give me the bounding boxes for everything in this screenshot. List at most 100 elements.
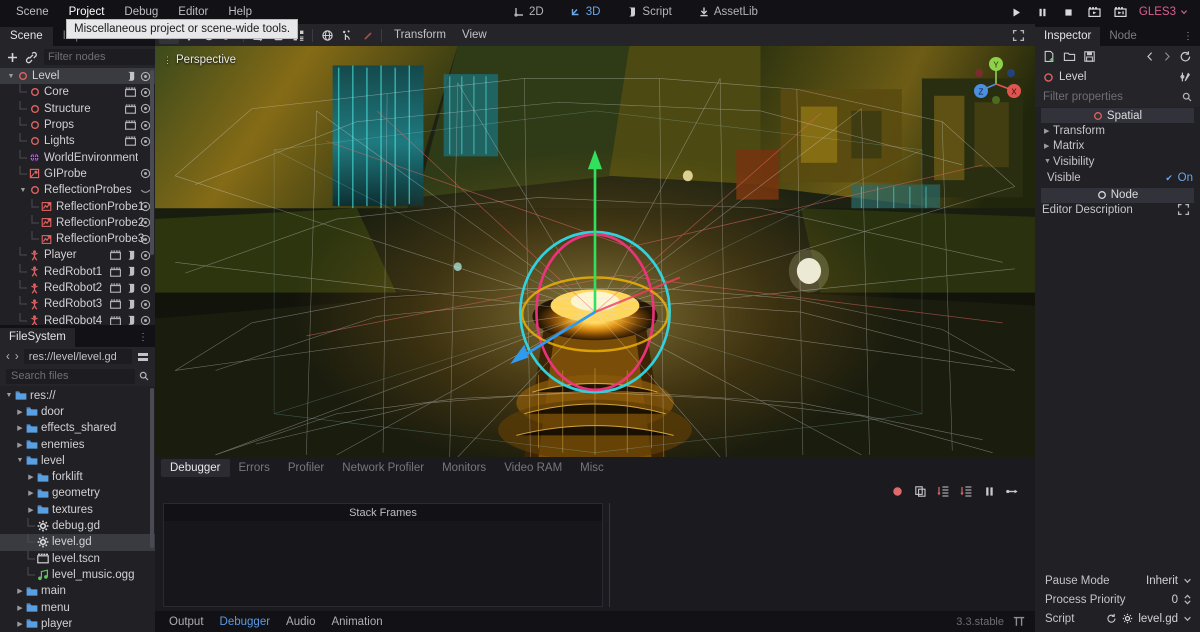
tab-inspector[interactable]: Inspector bbox=[1035, 27, 1100, 46]
tab-assetlib[interactable]: AssetLib bbox=[693, 4, 763, 20]
nav-back-button[interactable]: ‹ bbox=[6, 351, 10, 363]
script[interactable] bbox=[125, 71, 136, 82]
add-node-button[interactable] bbox=[6, 51, 19, 64]
chevron-right-icon[interactable]: ▶ bbox=[26, 473, 36, 481]
ruler-button[interactable] bbox=[357, 26, 377, 44]
axis-gizmo[interactable]: Y X Z bbox=[967, 54, 1025, 108]
filesystem-item-level[interactable]: ▼level bbox=[0, 453, 155, 469]
scene[interactable] bbox=[125, 136, 136, 147]
filesystem-item-level-tscn[interactable]: level.tscn bbox=[0, 551, 155, 567]
debugger-tab-network-profiler[interactable]: Network Profiler bbox=[333, 459, 433, 477]
spinner-icon[interactable] bbox=[1183, 594, 1192, 605]
scene[interactable] bbox=[110, 299, 121, 310]
visibility[interactable] bbox=[140, 315, 151, 324]
tab-scene[interactable]: Scene bbox=[0, 27, 53, 46]
filesystem-item-enemies[interactable]: ▶enemies bbox=[0, 436, 155, 452]
property-visible-value[interactable]: ✔ On bbox=[1165, 172, 1193, 184]
tab-filesystem[interactable]: FileSystem bbox=[0, 328, 75, 347]
stack-frames-list[interactable] bbox=[164, 521, 602, 606]
chevron-right-icon[interactable]: ▶ bbox=[15, 604, 25, 612]
inspector-filter-row[interactable]: Filter properties bbox=[1035, 87, 1200, 107]
scene-tree-scrollbar[interactable] bbox=[150, 70, 154, 255]
transform-menu[interactable]: Transform bbox=[386, 26, 454, 44]
history-icon[interactable] bbox=[1179, 50, 1192, 63]
property-group-transform[interactable]: ▶ Transform bbox=[1035, 123, 1200, 139]
scene[interactable] bbox=[110, 250, 121, 261]
continue-button[interactable] bbox=[1003, 482, 1021, 500]
stop-button[interactable] bbox=[1061, 5, 1076, 20]
property-script-value[interactable]: level.gd bbox=[1106, 613, 1192, 625]
scene[interactable] bbox=[125, 120, 136, 131]
scene-tree-item-redrobot4[interactable]: RedRobot4 bbox=[0, 312, 155, 324]
chevron-right-icon[interactable]: ▶ bbox=[15, 441, 25, 449]
play-button[interactable] bbox=[1009, 5, 1024, 20]
scene[interactable] bbox=[125, 103, 136, 114]
local-space-button[interactable] bbox=[317, 26, 337, 44]
play-scene-button[interactable] bbox=[1087, 5, 1102, 20]
property-pause-mode-value[interactable]: Inherit bbox=[1146, 575, 1192, 587]
scene-tree-item-reflectionprobe3[interactable]: ReflectionProbe3 bbox=[0, 231, 155, 247]
chevron-down-icon[interactable]: ▼ bbox=[18, 187, 28, 194]
inspector-menu-icon[interactable]: ⋮ bbox=[1183, 31, 1200, 46]
debugger-tab-monitors[interactable]: Monitors bbox=[433, 459, 495, 477]
tab-node[interactable]: Node bbox=[1100, 27, 1146, 46]
layout-icon[interactable] bbox=[1013, 616, 1025, 627]
chevron-down-icon[interactable] bbox=[1183, 614, 1192, 623]
debugger-tab-profiler[interactable]: Profiler bbox=[279, 459, 333, 477]
visibility[interactable] bbox=[140, 283, 151, 294]
tab-script[interactable]: Script bbox=[621, 4, 676, 20]
view-menu[interactable]: View bbox=[454, 26, 495, 44]
debugger-tab-errors[interactable]: Errors bbox=[230, 459, 279, 477]
chevron-right-icon[interactable]: ▶ bbox=[15, 587, 25, 595]
bottom-tab-audio[interactable]: Audio bbox=[278, 614, 323, 630]
debugger-tab-misc[interactable]: Misc bbox=[571, 459, 613, 477]
split-mode-icon[interactable] bbox=[137, 351, 149, 363]
scene-tree-item-level[interactable]: ▼Level bbox=[0, 68, 155, 84]
section-spatial[interactable]: Spatial bbox=[1041, 108, 1194, 123]
scene[interactable] bbox=[125, 87, 136, 98]
filesystem-item-effects-shared[interactable]: ▶effects_shared bbox=[0, 420, 155, 436]
scene-tree-item-core[interactable]: Core bbox=[0, 84, 155, 100]
search-files-input[interactable]: Search files bbox=[6, 369, 135, 384]
revert-icon[interactable] bbox=[1106, 613, 1117, 624]
inspector-properties[interactable]: Spatial ▶ Transform ▶ Matrix ▼ Visibilit… bbox=[1035, 107, 1200, 571]
property-process-priority[interactable]: Process Priority 0 bbox=[1035, 590, 1200, 609]
filesystem-item-level-gd[interactable]: level.gd bbox=[0, 534, 155, 550]
filesystem-menu-icon[interactable]: ⋮ bbox=[138, 332, 155, 347]
viewport-menu-icon[interactable]: ⋮ bbox=[163, 57, 172, 63]
script[interactable] bbox=[125, 299, 136, 310]
play-custom-scene-button[interactable] bbox=[1113, 5, 1128, 20]
scene[interactable] bbox=[110, 315, 121, 324]
menu-scene[interactable]: Scene bbox=[6, 0, 59, 24]
object-tools-icon[interactable] bbox=[1180, 71, 1192, 83]
expand-description-button[interactable] bbox=[1177, 203, 1190, 216]
checkbox-icon[interactable]: ✔ bbox=[1165, 174, 1174, 183]
filesystem-item-player[interactable]: ▶player bbox=[0, 616, 155, 632]
load-resource-button[interactable] bbox=[1063, 50, 1076, 63]
3d-viewport[interactable]: ⋮ Perspective Y X Z bbox=[155, 46, 1035, 457]
scene-tree-item-reflectionprobe1[interactable]: ReflectionProbe1 bbox=[0, 198, 155, 214]
debugger-tab-debugger[interactable]: Debugger bbox=[161, 459, 230, 477]
scene-tree-item-structure[interactable]: Structure bbox=[0, 101, 155, 117]
chevron-down-icon[interactable] bbox=[1183, 576, 1192, 585]
scene-tree-item-props[interactable]: Props bbox=[0, 117, 155, 133]
chevron-right-icon[interactable]: ▶ bbox=[26, 489, 36, 497]
property-group-matrix[interactable]: ▶ Matrix bbox=[1035, 139, 1200, 155]
property-group-visibility[interactable]: ▼ Visibility bbox=[1035, 154, 1200, 170]
copy-error-button[interactable] bbox=[911, 482, 929, 500]
record-button[interactable] bbox=[888, 482, 906, 500]
renderer-selector[interactable]: GLES3 bbox=[1139, 6, 1190, 18]
chevron-right-icon[interactable]: ▶ bbox=[15, 424, 25, 432]
scene-tree-item-lights[interactable]: Lights bbox=[0, 133, 155, 149]
scene-tree-item-redrobot2[interactable]: RedRobot2 bbox=[0, 280, 155, 296]
scene-tree-item-player[interactable]: Player bbox=[0, 247, 155, 263]
scene-tree-item-giprobe[interactable]: GIProbe bbox=[0, 166, 155, 182]
filesystem-scrollbar[interactable] bbox=[150, 388, 154, 548]
chevron-down-icon[interactable]: ▼ bbox=[4, 392, 14, 399]
script[interactable] bbox=[125, 315, 136, 324]
scene[interactable] bbox=[110, 283, 121, 294]
script[interactable] bbox=[125, 283, 136, 294]
visibility[interactable] bbox=[140, 266, 151, 277]
viewport-maximize-button[interactable] bbox=[1012, 29, 1031, 42]
property-editor-description[interactable]: Editor Description bbox=[1035, 203, 1200, 219]
